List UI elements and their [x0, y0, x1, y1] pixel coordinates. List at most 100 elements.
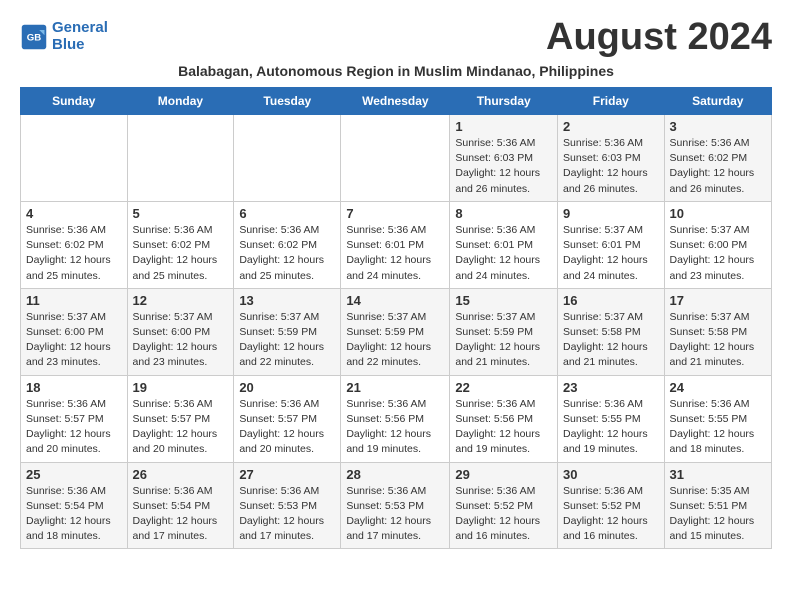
calendar-cell: 21 Sunrise: 5:36 AM Sunset: 5:56 PM Dayli… [341, 375, 450, 462]
calendar-cell: 25Sunrise: 5:36 AM Sunset: 5:54 PM Dayli… [21, 462, 128, 549]
day-info: Sunrise: 5:36 AM Sunset: 6:01 PM Dayligh… [455, 223, 552, 284]
column-header-wednesday: Wednesday [341, 88, 450, 115]
day-number: 19 [133, 380, 229, 395]
calendar-week-row: 4 Sunrise: 5:36 AM Sunset: 6:02 PM Daylig… [21, 201, 772, 288]
logo: GB General Blue [20, 20, 108, 53]
calendar-cell: 22 Sunrise: 5:36 AM Sunset: 5:56 PM Dayli… [450, 375, 558, 462]
day-number: 13 [239, 293, 335, 308]
logo-text: General Blue [52, 20, 108, 53]
day-info: Sunrise: 5:36 AM Sunset: 5:53 PM Dayligh… [346, 484, 444, 545]
calendar-cell: 27 Sunrise: 5:36 AM Sunset: 5:53 PM Dayli… [234, 462, 341, 549]
column-header-tuesday: Tuesday [234, 88, 341, 115]
calendar-cell: 26Sunrise: 5:36 AM Sunset: 5:54 PM Dayli… [127, 462, 234, 549]
day-number: 15 [455, 293, 552, 308]
day-number: 17 [670, 293, 766, 308]
day-info: Sunrise: 5:36 AM Sunset: 6:03 PM Dayligh… [455, 136, 552, 197]
day-info: Sunrise: 5:37 AM Sunset: 5:59 PM Dayligh… [455, 310, 552, 371]
calendar-cell: 1 Sunrise: 5:36 AM Sunset: 6:03 PM Daylig… [450, 115, 558, 202]
day-info: Sunrise: 5:36 AM Sunset: 5:52 PM Dayligh… [455, 484, 552, 545]
day-number: 29 [455, 467, 552, 482]
day-number: 24 [670, 380, 766, 395]
calendar-cell: 18Sunrise: 5:36 AM Sunset: 5:57 PM Dayli… [21, 375, 128, 462]
column-header-saturday: Saturday [664, 88, 771, 115]
column-header-thursday: Thursday [450, 88, 558, 115]
column-header-monday: Monday [127, 88, 234, 115]
day-info: Sunrise: 5:37 AM Sunset: 6:00 PM Dayligh… [133, 310, 229, 371]
day-info: Sunrise: 5:36 AM Sunset: 5:52 PM Dayligh… [563, 484, 659, 545]
day-info: Sunrise: 5:36 AM Sunset: 6:02 PM Dayligh… [670, 136, 766, 197]
day-info: Sunrise: 5:36 AM Sunset: 5:57 PM Dayligh… [26, 397, 122, 458]
day-number: 6 [239, 206, 335, 221]
day-number: 5 [133, 206, 229, 221]
calendar-cell: 2 Sunrise: 5:36 AM Sunset: 6:03 PM Daylig… [558, 115, 665, 202]
day-info: Sunrise: 5:36 AM Sunset: 6:01 PM Dayligh… [346, 223, 444, 284]
day-info: Sunrise: 5:36 AM Sunset: 5:56 PM Dayligh… [455, 397, 552, 458]
logo-icon: GB [20, 23, 48, 51]
day-info: Sunrise: 5:37 AM Sunset: 5:59 PM Dayligh… [239, 310, 335, 371]
calendar-cell [341, 115, 450, 202]
calendar-cell [234, 115, 341, 202]
calendar-week-row: 18Sunrise: 5:36 AM Sunset: 5:57 PM Dayli… [21, 375, 772, 462]
calendar-cell: 13 Sunrise: 5:37 AM Sunset: 5:59 PM Dayli… [234, 288, 341, 375]
day-info: Sunrise: 5:36 AM Sunset: 5:57 PM Dayligh… [133, 397, 229, 458]
calendar-cell: 31Sunrise: 5:35 AM Sunset: 5:51 PM Dayli… [664, 462, 771, 549]
logo-line1: General [52, 19, 108, 36]
calendar-cell: 20 Sunrise: 5:36 AM Sunset: 5:57 PM Dayli… [234, 375, 341, 462]
calendar-cell: 24Sunrise: 5:36 AM Sunset: 5:55 PM Dayli… [664, 375, 771, 462]
calendar-cell: 6Sunrise: 5:36 AM Sunset: 6:02 PM Daylig… [234, 201, 341, 288]
calendar-cell: 9Sunrise: 5:37 AM Sunset: 6:01 PM Daylig… [558, 201, 665, 288]
calendar-cell: 11 Sunrise: 5:37 AM Sunset: 6:00 PM Dayli… [21, 288, 128, 375]
day-number: 8 [455, 206, 552, 221]
day-number: 3 [670, 119, 766, 134]
day-info: Sunrise: 5:36 AM Sunset: 5:53 PM Dayligh… [239, 484, 335, 545]
calendar-cell: 17Sunrise: 5:37 AM Sunset: 5:58 PM Dayli… [664, 288, 771, 375]
day-number: 1 [455, 119, 552, 134]
calendar-cell: 19 Sunrise: 5:36 AM Sunset: 5:57 PM Dayli… [127, 375, 234, 462]
day-number: 2 [563, 119, 659, 134]
calendar-cell: 12 Sunrise: 5:37 AM Sunset: 6:00 PM Dayli… [127, 288, 234, 375]
calendar-cell: 8 Sunrise: 5:36 AM Sunset: 6:01 PM Daylig… [450, 201, 558, 288]
calendar-week-row: 25 Sunrise: 5:36 AM Sunset: 5:54 PM Dayli… [21, 462, 772, 549]
day-info: Sunrise: 5:37 AM Sunset: 5:59 PM Dayligh… [346, 310, 444, 371]
month-year-title: August 2024 [546, 16, 772, 59]
day-number: 31 [670, 467, 766, 482]
day-number: 9 [563, 206, 659, 221]
day-number: 23 [563, 380, 659, 395]
day-info: Sunrise: 5:37 AM Sunset: 6:00 PM Dayligh… [26, 310, 122, 371]
day-info: Sunrise: 5:36 AM Sunset: 6:02 PM Dayligh… [26, 223, 122, 284]
day-info: Sunrise: 5:36 AM Sunset: 6:02 PM Dayligh… [133, 223, 229, 284]
day-number: 27 [239, 467, 335, 482]
calendar-cell: 10 Sunrise: 5:37 AM Sunset: 6:00 PM Dayli… [664, 201, 771, 288]
calendar-cell [21, 115, 128, 202]
calendar-cell: 23 Sunrise: 5:36 AM Sunset: 5:55 PM Dayli… [558, 375, 665, 462]
day-number: 14 [346, 293, 444, 308]
day-number: 4 [26, 206, 122, 221]
day-number: 21 [346, 380, 444, 395]
calendar-week-row: 11 Sunrise: 5:37 AM Sunset: 6:00 PM Dayli… [21, 288, 772, 375]
day-number: 16 [563, 293, 659, 308]
day-number: 7 [346, 206, 444, 221]
day-info: Sunrise: 5:36 AM Sunset: 5:55 PM Dayligh… [563, 397, 659, 458]
day-info: Sunrise: 5:36 AM Sunset: 5:56 PM Dayligh… [346, 397, 444, 458]
calendar-cell: 16 Sunrise: 5:37 AM Sunset: 5:58 PM Dayli… [558, 288, 665, 375]
day-number: 28 [346, 467, 444, 482]
calendar-table: SundayMondayTuesdayWednesdayThursdayFrid… [20, 87, 772, 549]
calendar-cell: 4 Sunrise: 5:36 AM Sunset: 6:02 PM Daylig… [21, 201, 128, 288]
day-number: 11 [26, 293, 122, 308]
day-number: 12 [133, 293, 229, 308]
header: GB General Blue August 2024 [20, 16, 772, 59]
day-info: Sunrise: 5:37 AM Sunset: 6:00 PM Dayligh… [670, 223, 766, 284]
svg-text:GB: GB [27, 32, 41, 43]
day-number: 10 [670, 206, 766, 221]
page-subtitle: Balabagan, Autonomous Region in Muslim M… [20, 63, 772, 79]
calendar-cell: 7 Sunrise: 5:36 AM Sunset: 6:01 PM Daylig… [341, 201, 450, 288]
day-number: 22 [455, 380, 552, 395]
day-info: Sunrise: 5:36 AM Sunset: 5:54 PM Dayligh… [133, 484, 229, 545]
day-number: 25 [26, 467, 122, 482]
calendar-cell: 29 Sunrise: 5:36 AM Sunset: 5:52 PM Dayli… [450, 462, 558, 549]
day-info: Sunrise: 5:37 AM Sunset: 5:58 PM Dayligh… [563, 310, 659, 371]
day-info: Sunrise: 5:36 AM Sunset: 5:57 PM Dayligh… [239, 397, 335, 458]
day-number: 20 [239, 380, 335, 395]
calendar-week-row: 1 Sunrise: 5:36 AM Sunset: 6:03 PM Daylig… [21, 115, 772, 202]
day-info: Sunrise: 5:36 AM Sunset: 6:03 PM Dayligh… [563, 136, 659, 197]
